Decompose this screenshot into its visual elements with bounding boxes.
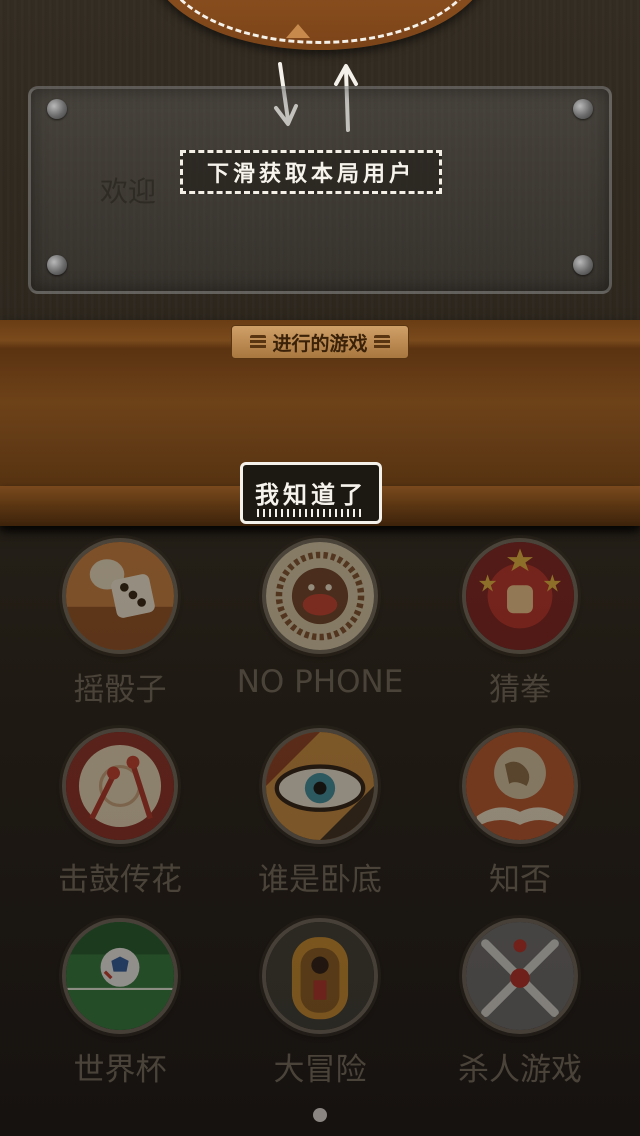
screw-icon [573,99,593,119]
game-label: 知否 [489,862,551,898]
game-label: 猜拳 [489,672,551,708]
game-label: 谁是卧底 [258,862,382,898]
page-indicator-dot[interactable] [313,1108,327,1122]
game-adventure[interactable]: 大冒险 [220,916,420,1096]
drum-icon [62,728,178,844]
app-screen: 欢迎 下滑获取本局用户 进行的游戏 我知道了 摇骰子 NO PHONE 猜拳 击… [0,0,640,1136]
crossed-knives-icon [462,918,578,1034]
dice-icon [62,538,178,654]
game-world-cup[interactable]: 世界杯 [20,916,220,1096]
game-label: 击鼓传花 [58,862,182,898]
game-label: 大冒险 [273,1052,367,1088]
shelf-label-text: 进行的游戏 [272,332,368,355]
eye-icon [262,728,378,844]
game-no-phone[interactable]: NO PHONE [220,536,420,716]
gorilla-icon [262,538,378,654]
game-drum[interactable]: 击鼓传花 [20,726,220,906]
game-label: NO PHONE [236,664,404,700]
game-label: 杀人游戏 [458,1052,582,1088]
soccer-ball-icon [62,918,178,1034]
game-undercover[interactable]: 谁是卧底 [220,726,420,906]
welcome-text: 欢迎 [100,175,157,208]
globe-book-icon [462,728,578,844]
label-deco-icon [373,335,390,349]
screw-icon [573,255,593,275]
door-icon [262,918,378,1034]
got-it-label: 我知道了 [255,481,367,509]
screw-icon [47,99,67,119]
game-trivia[interactable]: 知否 [420,726,620,906]
screw-icon [47,255,67,275]
shelf-label: 进行的游戏 [231,325,409,359]
game-werewolf[interactable]: 杀人游戏 [420,916,620,1096]
fist-icon [462,538,578,654]
button-fringe [257,509,365,517]
game-rock-paper[interactable]: 猜拳 [420,536,620,716]
game-label: 摇骰子 [73,672,167,708]
game-dice[interactable]: 摇骰子 [20,536,220,716]
label-deco-icon [250,335,267,349]
got-it-button[interactable]: 我知道了 [240,462,382,524]
sign-notch-icon [286,24,310,38]
swipe-hint: 下滑获取本局用户 [180,150,442,194]
game-label: 世界杯 [73,1052,167,1088]
